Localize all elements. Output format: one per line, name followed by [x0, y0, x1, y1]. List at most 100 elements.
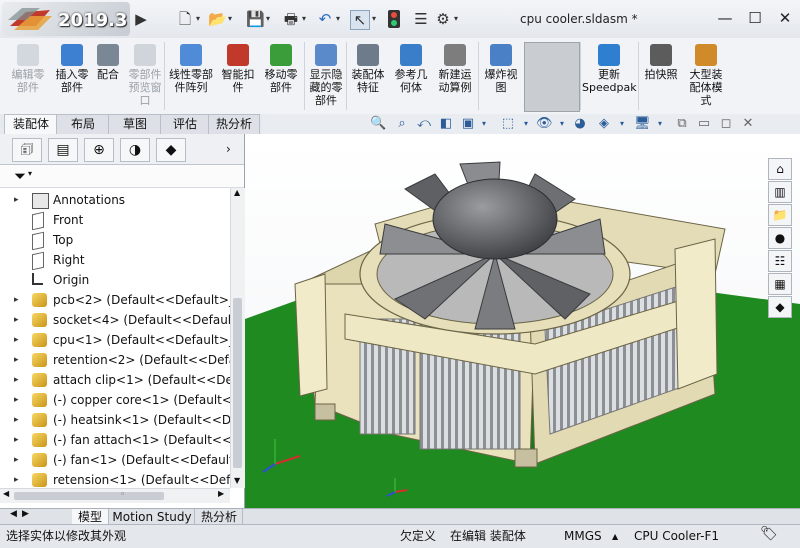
- tree-item[interactable]: ▸ (-) heatsink<1> (Default<<Defaul: [0, 410, 230, 430]
- print-dropdown-arrow[interactable]: ▾: [302, 14, 310, 23]
- rebuild-traffic-light-icon[interactable]: [388, 10, 400, 28]
- edit-component-button[interactable]: 编辑零 部件: [6, 44, 50, 110]
- open-dropdown-arrow[interactable]: ▾: [228, 14, 236, 23]
- configuration-manager-tab-icon[interactable]: ⊕: [84, 138, 114, 162]
- tab-sketch[interactable]: 草图: [108, 114, 162, 134]
- save-icon[interactable]: 💾: [246, 10, 265, 28]
- tree-item[interactable]: ▸ (-) fan attach<1> (Default<<Defa: [0, 430, 230, 450]
- tab-model[interactable]: 模型: [72, 509, 109, 525]
- expand-arrow-icon[interactable]: ▸: [14, 350, 19, 370]
- panel-expand-arrow[interactable]: ›: [226, 142, 231, 156]
- viewport-close-icon[interactable]: ✕: [740, 116, 756, 132]
- filter-dropdown-arrow[interactable]: ▾: [28, 169, 32, 178]
- maximize-button[interactable]: ☐: [744, 8, 766, 28]
- custom-properties-icon[interactable]: ☷: [768, 250, 792, 272]
- units-arrow-icon[interactable]: ▲: [612, 529, 618, 544]
- tab-thermal[interactable]: 热分析: [196, 509, 243, 525]
- tree-item[interactable]: ▸ (-) fan<1> (Default<<Default>_Di: [0, 450, 230, 470]
- display-style-icon[interactable]: ⬚: [500, 116, 516, 132]
- tree-item[interactable]: ▸ attach clip<1> (Default<<Default: [0, 370, 230, 390]
- tab-scroll-right[interactable]: ▶: [22, 509, 29, 519]
- file-explorer-icon[interactable]: 📁: [768, 204, 792, 226]
- large-assembly-mode-button[interactable]: 大型装 配体模 式: [684, 44, 728, 110]
- tab-motion-study-1[interactable]: Motion Study 1: [110, 509, 195, 540]
- show-hidden-components-button[interactable]: 显示隐 藏的零 部件: [306, 44, 346, 110]
- cpu-cooler-3d-model[interactable]: [245, 134, 800, 508]
- expand-arrow-icon[interactable]: ▸: [14, 370, 19, 390]
- viewport-tile-icon[interactable]: ▭: [696, 116, 712, 132]
- tree-item[interactable]: Right: [0, 250, 230, 270]
- property-manager-tab-icon[interactable]: ▤: [48, 138, 78, 162]
- dimxpert-tab-icon[interactable]: ◆: [156, 138, 186, 162]
- print-icon[interactable]: 🖶: [282, 10, 300, 28]
- units-label[interactable]: MMGS: [564, 529, 602, 544]
- apply-scene-dropdown[interactable]: ▾: [614, 116, 630, 132]
- fan-hub[interactable]: [432, 178, 558, 260]
- tree-item[interactable]: ▸ retension<1> (Default<<Default: [0, 470, 230, 488]
- forum-icon[interactable]: ▦: [768, 273, 792, 295]
- feature-manager-tab-icon[interactable]: 🗊: [12, 138, 42, 162]
- tab-layout[interactable]: 布局: [56, 114, 110, 134]
- view-orientation-dropdown[interactable]: ▾: [476, 116, 492, 132]
- viewport-restore-icon[interactable]: ⧉: [674, 116, 690, 132]
- tree-item[interactable]: Front: [0, 210, 230, 230]
- home-icon[interactable]: ⌂: [768, 158, 792, 180]
- tree-horizontal-scrollbar[interactable]: ◀ ▶: [0, 488, 230, 503]
- horizontal-scroll-thumb[interactable]: [14, 492, 164, 500]
- tab-evaluate[interactable]: 评估: [160, 114, 210, 134]
- exploded-view-button[interactable]: 爆炸视 图: [480, 44, 522, 110]
- expand-arrow-icon[interactable]: ▸: [14, 290, 19, 310]
- expand-arrow-icon[interactable]: ▸: [14, 390, 19, 410]
- appearances-icon[interactable]: ●: [768, 227, 792, 249]
- view-settings-icon[interactable]: 🖥: [634, 116, 651, 132]
- solidworks-logo[interactable]: 2019.3: [2, 2, 130, 36]
- take-snapshot-button[interactable]: 拍快照: [640, 44, 682, 110]
- expand-arrow-icon[interactable]: ▸: [14, 310, 19, 330]
- expand-arrow-icon[interactable]: ▸: [14, 450, 19, 470]
- tree-vertical-scrollbar[interactable]: ▲ ▼: [230, 188, 245, 488]
- edit-appearance-icon[interactable]: ◕: [572, 116, 588, 132]
- undo-dropdown-arrow[interactable]: ▾: [336, 14, 344, 23]
- expand-arrow-icon[interactable]: ▸: [14, 330, 19, 350]
- new-document-icon[interactable]: 🗋: [176, 10, 194, 28]
- tree-item[interactable]: Origin: [0, 270, 230, 290]
- expand-menu-icon[interactable]: ▶: [132, 10, 150, 28]
- select-dropdown-arrow[interactable]: ▾: [372, 14, 380, 23]
- component-preview-window-button[interactable]: 零部件 预览窗 口: [124, 44, 166, 110]
- tree-item[interactable]: ▸ (-) copper core<1> (Default<<De: [0, 390, 230, 410]
- viewport-maximize-icon[interactable]: ◻: [718, 116, 734, 132]
- tab-scroll-left[interactable]: ◀: [10, 509, 17, 519]
- move-component-button[interactable]: 移动零 部件: [258, 44, 304, 110]
- panel-splitter-handle[interactable]: ◦: [120, 490, 125, 500]
- dynamic-annotation-icon[interactable]: ▣: [460, 116, 476, 132]
- open-folder-icon[interactable]: 📂: [208, 10, 227, 28]
- update-speedpak-button[interactable]: 更新 Speedpak: [582, 44, 637, 110]
- vertical-scroll-thumb[interactable]: [233, 298, 242, 468]
- new-motion-study-button[interactable]: 新建运 动算例: [434, 44, 476, 110]
- zoom-to-area-icon[interactable]: ⌕: [394, 116, 410, 132]
- hide-show-dropdown[interactable]: ▾: [554, 116, 570, 132]
- apply-scene-icon[interactable]: ◈: [596, 116, 612, 132]
- expand-arrow-icon[interactable]: ▸: [14, 410, 19, 430]
- tree-item[interactable]: ▸ socket<4> (Default<<Default>_D: [0, 310, 230, 330]
- zoom-to-fit-icon[interactable]: 🔍: [370, 116, 386, 132]
- smart-fasteners-button[interactable]: 智能扣 件: [218, 44, 258, 110]
- previous-view-icon[interactable]: ⤺: [416, 116, 432, 132]
- display-style-dropdown[interactable]: ▾: [518, 116, 534, 132]
- save-dropdown-arrow[interactable]: ▾: [266, 14, 274, 23]
- undo-icon[interactable]: ↶: [316, 10, 334, 28]
- section-view-icon[interactable]: ◧: [438, 116, 454, 132]
- view-settings-dropdown[interactable]: ▾: [652, 116, 668, 132]
- tree-item[interactable]: ▸ pcb<2> (Default<<Default>_Disp: [0, 290, 230, 310]
- tab-thermal-analysis[interactable]: 热分析: [208, 114, 260, 134]
- tree-item[interactable]: Top: [0, 230, 230, 250]
- solidworks-resources-icon[interactable]: ◆: [768, 296, 792, 318]
- insert-components-button[interactable]: 插入零 部件: [52, 44, 92, 110]
- tags-icon[interactable]: 🏷: [760, 527, 778, 542]
- hide-show-items-icon[interactable]: 👁: [536, 116, 553, 132]
- design-library-icon[interactable]: ▥: [768, 181, 792, 203]
- select-cursor-icon[interactable]: ↖: [350, 10, 370, 30]
- expand-arrow-icon[interactable]: ▸: [14, 430, 19, 450]
- expand-arrow-icon[interactable]: ▸: [14, 470, 19, 488]
- tree-item[interactable]: ▸ Annotations: [0, 190, 230, 210]
